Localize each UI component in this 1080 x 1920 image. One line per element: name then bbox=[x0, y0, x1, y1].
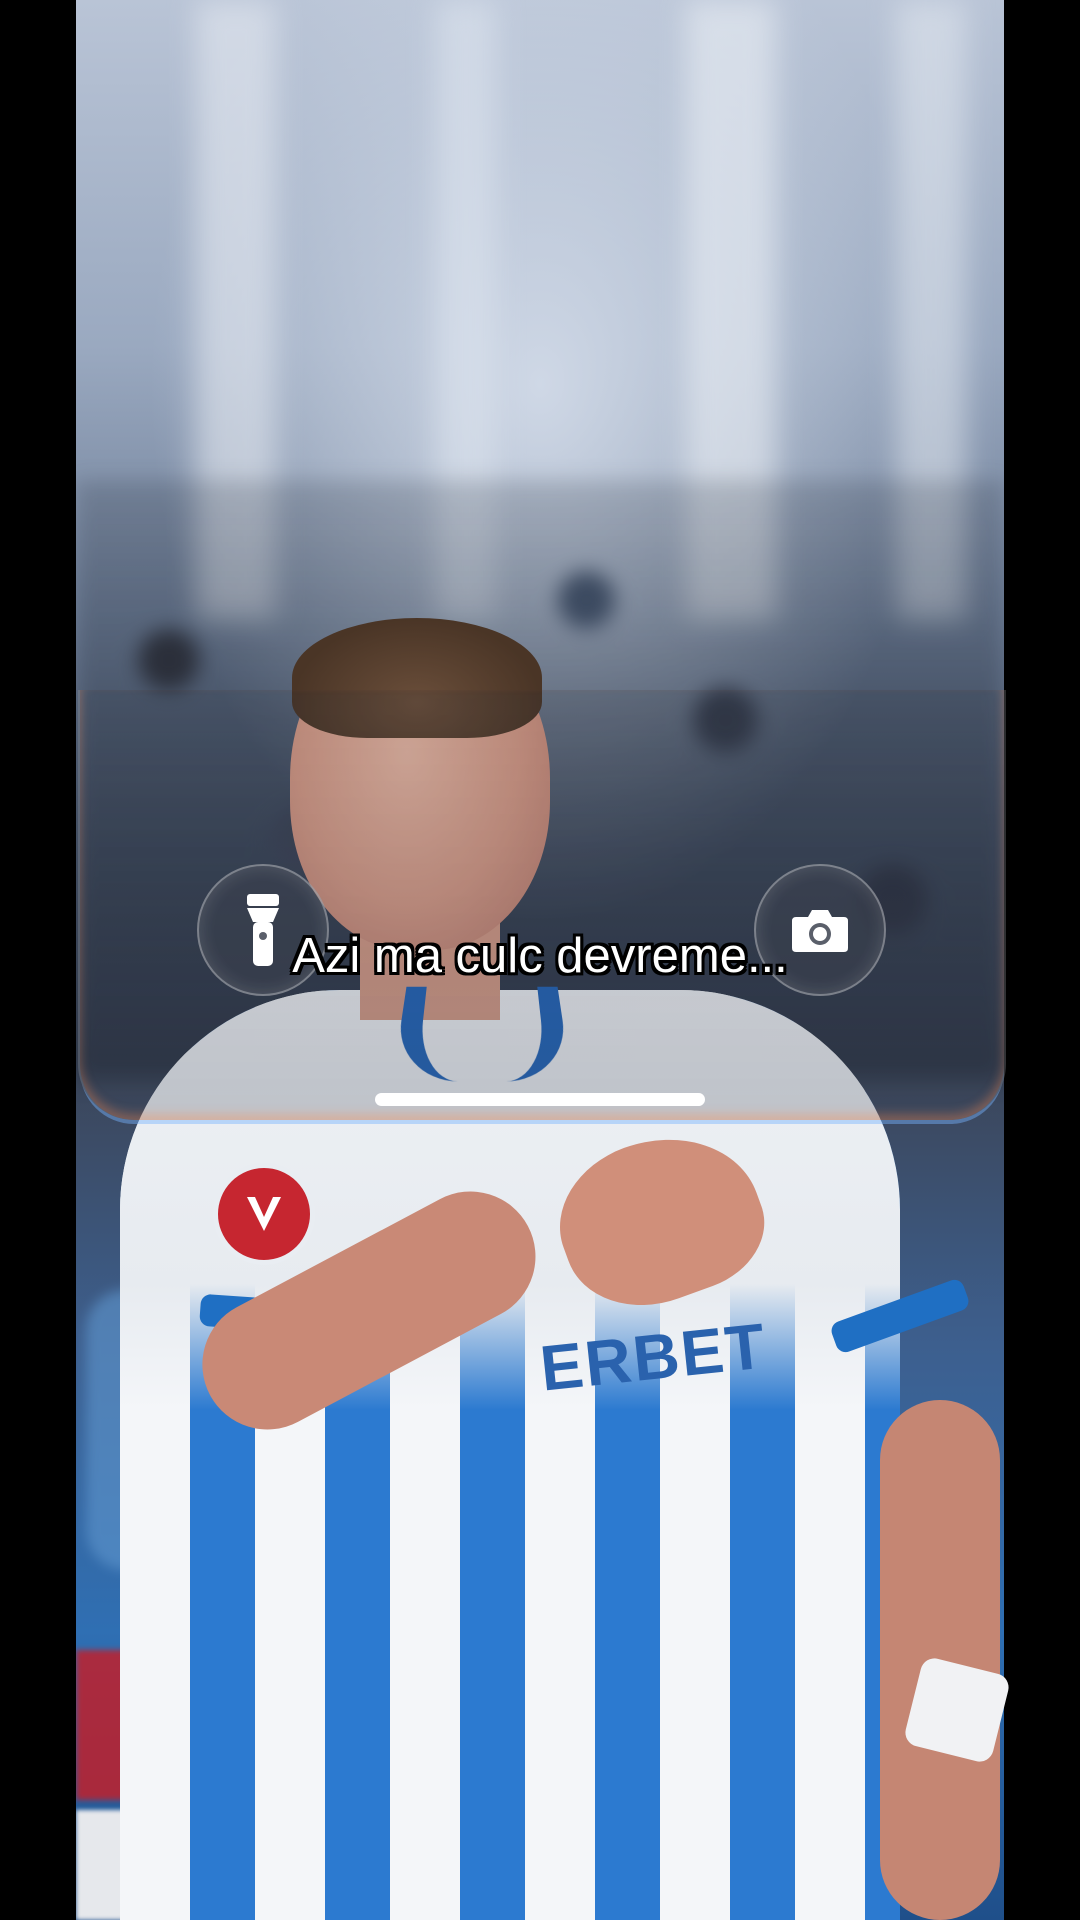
league-logo-icon bbox=[247, 1197, 281, 1231]
league-badge bbox=[213, 1163, 315, 1265]
home-indicator[interactable] bbox=[375, 1093, 705, 1106]
video-caption: Azi ma culc devreme... bbox=[292, 929, 788, 983]
